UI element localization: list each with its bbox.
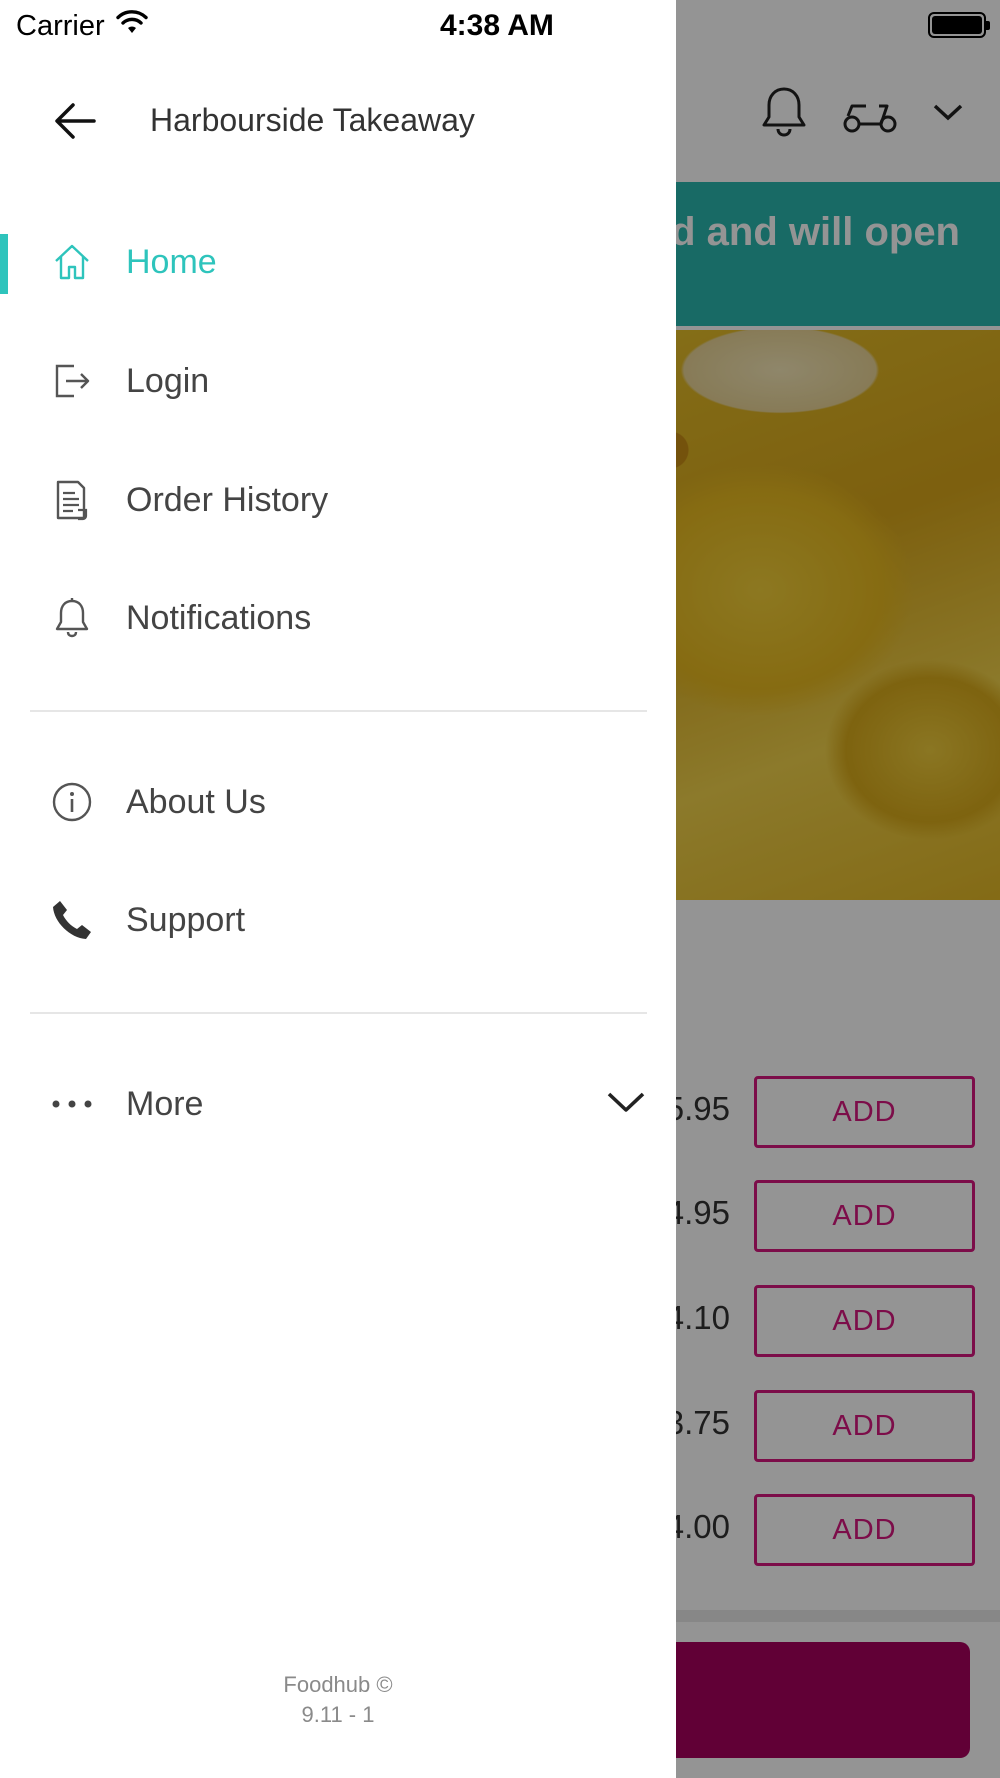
- menu-item-label: Order History: [126, 480, 329, 519]
- restaurant-name: Harbourside Takeaway: [150, 102, 475, 138]
- menu-item-notifications[interactable]: Notifications: [0, 570, 676, 666]
- menu-item-order-history[interactable]: Order History: [0, 452, 676, 548]
- active-indicator: [0, 234, 8, 294]
- navigation-drawer: Harbourside Takeaway Home Login Order Hi…: [0, 0, 676, 1778]
- app-footer: Foodhub © 9.11 - 1: [0, 1670, 676, 1730]
- menu-item-label: Login: [126, 361, 210, 400]
- carrier: Carrier: [16, 9, 149, 43]
- login-icon: [48, 357, 96, 405]
- clock: 4:38 AM: [440, 9, 554, 42]
- menu-item-support[interactable]: Support: [0, 872, 676, 968]
- menu-item-label: Support: [126, 900, 246, 939]
- drawer-header: Harbourside Takeaway: [0, 82, 676, 162]
- footer-brand: Foodhub ©: [283, 1672, 393, 1697]
- menu-item-label: About Us: [126, 782, 266, 821]
- back-button[interactable]: [50, 100, 100, 146]
- more-dots-icon: [48, 1080, 96, 1128]
- phone-icon: [48, 896, 96, 944]
- menu-item-about-us[interactable]: About Us: [0, 754, 676, 850]
- back-arrow-icon: [54, 102, 96, 145]
- menu-item-more[interactable]: More: [0, 1056, 676, 1152]
- wifi-icon: [115, 9, 149, 43]
- section-divider: [30, 1012, 647, 1014]
- app-version: 9.11 - 1: [301, 1702, 375, 1727]
- carrier-label: Carrier: [16, 9, 105, 42]
- menu-item-label: Notifications: [126, 598, 312, 637]
- receipt-icon: [48, 476, 96, 524]
- menu-item-home[interactable]: Home: [0, 214, 676, 310]
- status-bar: Carrier 4:38 AM: [0, 0, 1000, 50]
- battery-icon: [928, 12, 990, 38]
- chevron-down-icon[interactable]: [606, 1090, 646, 1119]
- bell-icon: [48, 594, 96, 642]
- home-icon: [48, 238, 96, 286]
- info-icon: [48, 778, 96, 826]
- menu-item-label: Home: [126, 242, 217, 281]
- menu-item-label: More: [126, 1084, 204, 1123]
- section-divider: [30, 710, 647, 712]
- menu-item-login[interactable]: Login: [0, 333, 676, 429]
